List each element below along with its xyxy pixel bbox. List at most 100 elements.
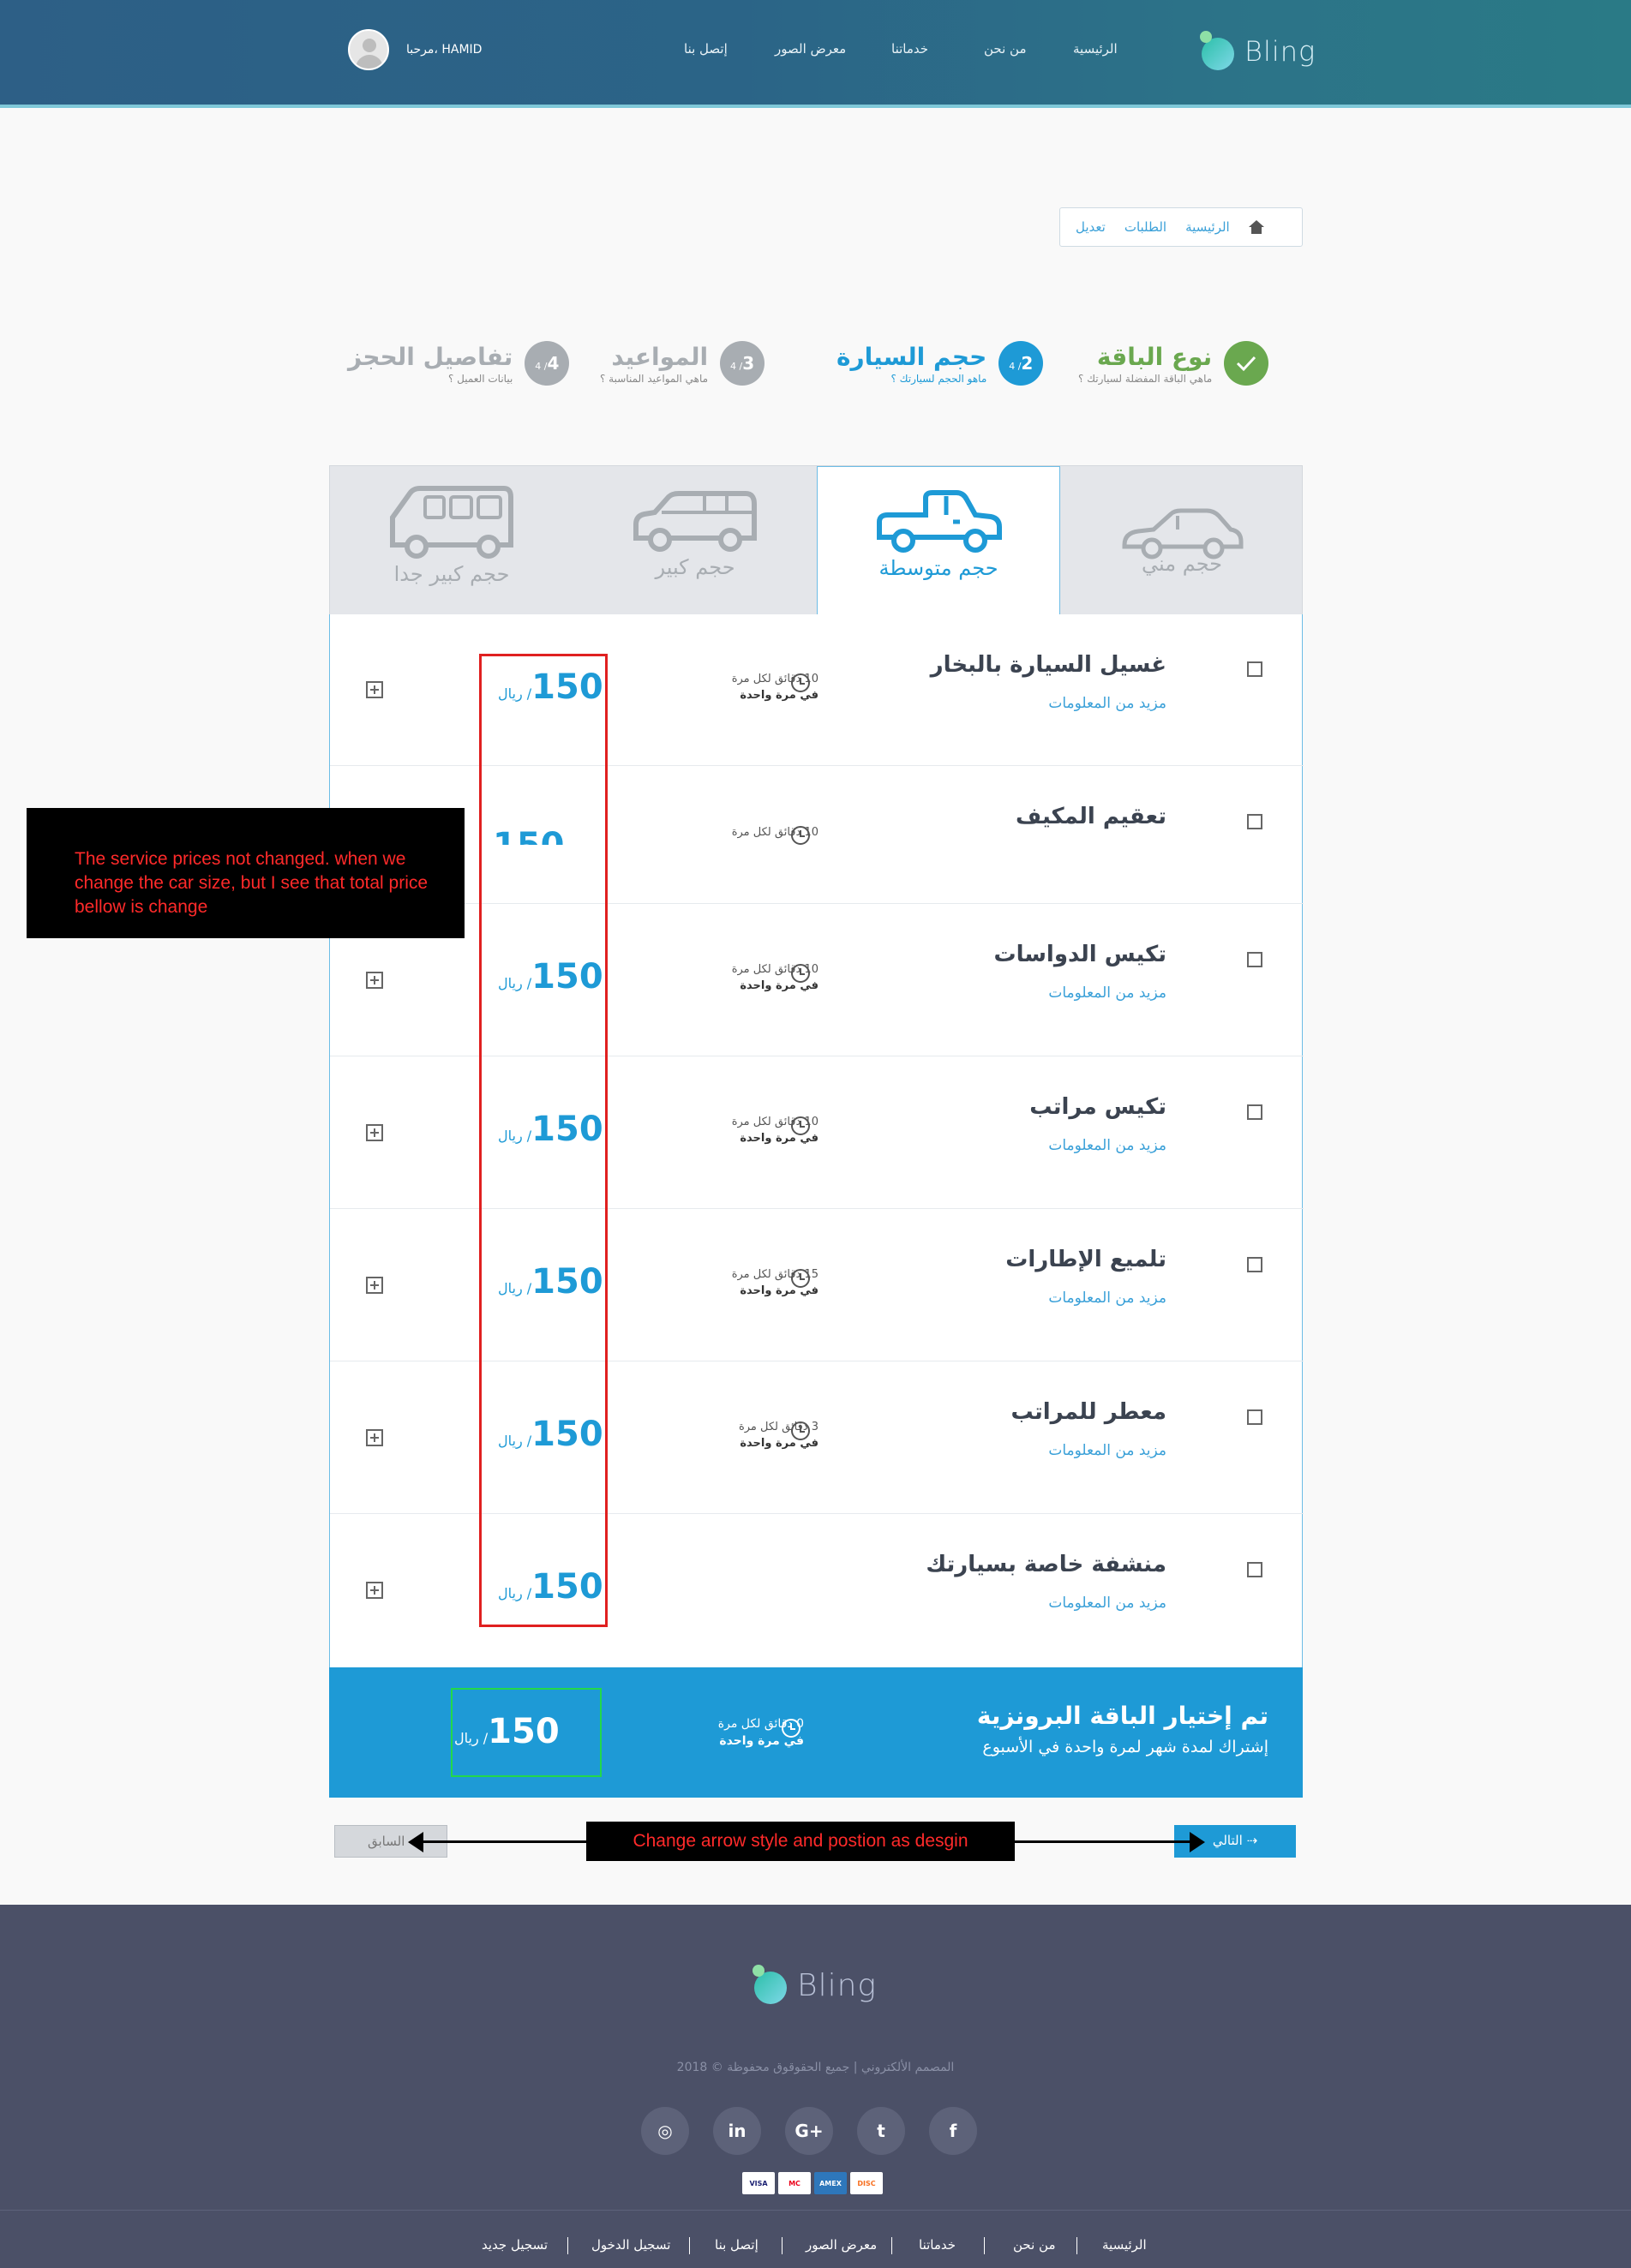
footer-link-services[interactable]: خدماتنا <box>919 2237 956 2253</box>
package-subtitle: إشتراك لمدة شهر لمرة واحدة في الأسبوع <box>982 1738 1268 1756</box>
copyright: 2018 © المصمم الألكتروني | جميع الحقوقوق… <box>676 2061 955 2074</box>
nav-contact[interactable]: إتصل بنا <box>684 41 728 57</box>
service-duration: 10 دقائق لكل مرة في مرة واحدة <box>731 673 818 702</box>
user-greeting: مرحبا، HAMID <box>406 43 483 57</box>
annotation-note-prices: The service prices not changed. when we … <box>27 808 465 938</box>
step-car-size[interactable]: 2/ 4 حجم السيارة ماهو الحجم لسيارتك ؟ <box>836 341 1044 386</box>
step-title: تفاصيل الحجز <box>348 342 513 371</box>
breadcrumb-home[interactable]: الرئيسية <box>1185 219 1230 235</box>
user-menu[interactable]: مرحبا، HAMID <box>348 29 482 70</box>
step-number: 4/ 4 <box>525 341 570 386</box>
step-appointments[interactable]: 3/ 4 المواعيد ماهي المواعيد المناسبة ؟ <box>600 341 765 386</box>
plus-square-icon[interactable] <box>366 972 383 989</box>
more-info-link[interactable]: مزيد من المعلومات <box>1048 1595 1166 1612</box>
tab-extra-large-size[interactable]: حجم كبير جدا <box>330 466 573 616</box>
nav-home[interactable]: الرئيسية <box>1073 41 1118 57</box>
service-checkbox[interactable] <box>1247 1257 1262 1272</box>
list-item: منشفة خاصة بسيارتك مزيد من المعلومات 150… <box>330 1514 1304 1668</box>
annotation-arrow-left-head <box>408 1832 423 1852</box>
mastercard-icon: MC <box>778 2172 811 2194</box>
service-duration: 10 دقائق لكل مرة في مرة واحدة <box>731 1116 818 1145</box>
nav-services[interactable]: خدماتنا <box>891 41 928 57</box>
nav-about[interactable]: من نحن <box>984 41 1027 57</box>
social-links: ◎ in G+ t f <box>641 2107 977 2155</box>
instagram-icon[interactable]: ◎ <box>641 2107 689 2155</box>
tab-label: حجم مني <box>1141 552 1223 576</box>
service-checkbox[interactable] <box>1247 1562 1262 1577</box>
tab-label: حجم متوسطة <box>878 556 998 580</box>
discover-icon: DISC <box>850 2172 883 2194</box>
service-checkbox[interactable] <box>1247 814 1262 829</box>
footer-link-contact[interactable]: إتصل بنا <box>715 2237 759 2253</box>
plus-square-icon[interactable] <box>366 1582 383 1599</box>
list-item: غسيل السيارة بالبخار مزيد من المعلومات 1… <box>330 614 1304 766</box>
services-list: غسيل السيارة بالبخار مزيد من المعلومات 1… <box>329 614 1304 1668</box>
check-icon <box>1224 341 1269 386</box>
service-duration: 15 دقائق لكل مرة في مرة واحدة <box>731 1268 818 1297</box>
step-title: نوع الباقة <box>1096 342 1213 371</box>
breadcrumb-edit[interactable]: تعديل <box>1076 219 1106 235</box>
annotation-arrow-right-line <box>1015 1840 1190 1843</box>
service-duration: 10 دقائق لكل مرة <box>731 826 818 839</box>
service-duration: 10 دقائق لكل مرة في مرة واحدة <box>731 963 818 992</box>
service-checkbox[interactable] <box>1247 1104 1262 1120</box>
step-package-type[interactable]: نوع الباقة ماهي الباقة المفضلة لسيارتك ؟ <box>1078 341 1269 386</box>
package-title: تم إختيار الباقة البرونزية <box>976 1702 1268 1730</box>
footer-link-login[interactable]: تسجيل الدخول <box>591 2237 670 2253</box>
more-info-link[interactable]: مزيد من المعلومات <box>1048 1442 1166 1459</box>
more-info-link[interactable]: مزيد من المعلومات <box>1048 1137 1166 1154</box>
service-checkbox[interactable] <box>1247 952 1262 967</box>
site-header: Bling الرئيسية من نحن خدماتنا معرض الصور… <box>0 0 1631 108</box>
annotation-arrow-right-head <box>1190 1832 1205 1852</box>
step-subtitle: ماهو الحجم لسيارتك ؟ <box>890 372 987 385</box>
step-title: حجم السيارة <box>836 342 987 371</box>
payment-cards: VISA MC AMEX DISC <box>742 2172 883 2194</box>
footer-logo[interactable]: Bling <box>751 1965 877 2006</box>
car-size-tabs: حجم مني حجم متوسطة حجم كبير حجم كبير جدا <box>329 465 1304 617</box>
van-icon <box>390 486 513 559</box>
footer-link-about[interactable]: من نحن <box>1013 2237 1056 2253</box>
header-logo[interactable]: Bling <box>1198 31 1316 72</box>
step-number: 3/ 4 <box>720 341 765 386</box>
service-checkbox[interactable] <box>1247 661 1262 677</box>
annotation-price-highlight <box>479 654 608 1627</box>
footer-link-gallery[interactable]: معرض الصور <box>806 2237 877 2253</box>
plus-square-icon[interactable] <box>366 681 383 698</box>
footer-nav: الرئيسية من نحن خدماتنا معرض الصور إتصل … <box>0 2237 1631 2258</box>
suv-car-icon <box>633 491 757 552</box>
linkedin-icon[interactable]: in <box>713 2107 761 2155</box>
annotation-total-highlight <box>451 1688 602 1777</box>
bling-logo-icon <box>751 1965 789 2006</box>
footer-link-register[interactable]: تسجيل جديد <box>482 2237 548 2253</box>
annotation-note-arrows: Change arrow style and postion as desgin <box>586 1822 1015 1861</box>
twitter-icon[interactable]: t <box>857 2107 905 2155</box>
arrow-right-icon: ⇢ <box>1246 1833 1258 1848</box>
logo-text: Bling <box>797 1967 877 2003</box>
service-title: غسيل السيارة بالبخار <box>930 652 1166 678</box>
home-icon[interactable] <box>1248 220 1264 234</box>
service-checkbox[interactable] <box>1247 1409 1262 1425</box>
more-info-link[interactable]: مزيد من المعلومات <box>1048 695 1166 712</box>
tab-mini-size[interactable]: حجم مني <box>1060 466 1304 616</box>
avatar[interactable] <box>348 29 389 70</box>
tab-large-size[interactable]: حجم كبير <box>573 466 817 616</box>
tab-medium-size[interactable]: حجم متوسطة <box>817 466 1060 617</box>
next-button-label: التالي <box>1212 1833 1243 1848</box>
footer-link-home[interactable]: الرئيسية <box>1102 2237 1147 2253</box>
breadcrumb-orders[interactable]: الطلبات <box>1124 219 1166 235</box>
plus-square-icon[interactable] <box>366 1429 383 1446</box>
google-plus-icon[interactable]: G+ <box>785 2107 833 2155</box>
plus-square-icon[interactable] <box>366 1124 383 1141</box>
list-item: تكيس مراتب مزيد من المعلومات 10 دقائق لك… <box>330 1056 1304 1209</box>
step-booking-details[interactable]: 4/ 4 تفاصيل الحجز بيانات العميل ؟ <box>348 341 570 386</box>
more-info-link[interactable]: مزيد من المعلومات <box>1048 984 1166 1002</box>
step-subtitle: ماهي المواعيد المناسبة ؟ <box>600 372 709 385</box>
list-item: معطر للمراتب مزيد من المعلومات 3 دقائق ل… <box>330 1361 1304 1514</box>
amex-icon: AMEX <box>814 2172 847 2194</box>
plus-square-icon[interactable] <box>366 1277 383 1294</box>
more-info-link[interactable]: مزيد من المعلومات <box>1048 1290 1166 1307</box>
service-title: معطر للمراتب <box>1010 1399 1166 1425</box>
facebook-icon[interactable]: f <box>929 2107 977 2155</box>
nav-gallery[interactable]: معرض الصور <box>775 41 846 57</box>
step-subtitle: بيانات العميل ؟ <box>447 372 513 385</box>
